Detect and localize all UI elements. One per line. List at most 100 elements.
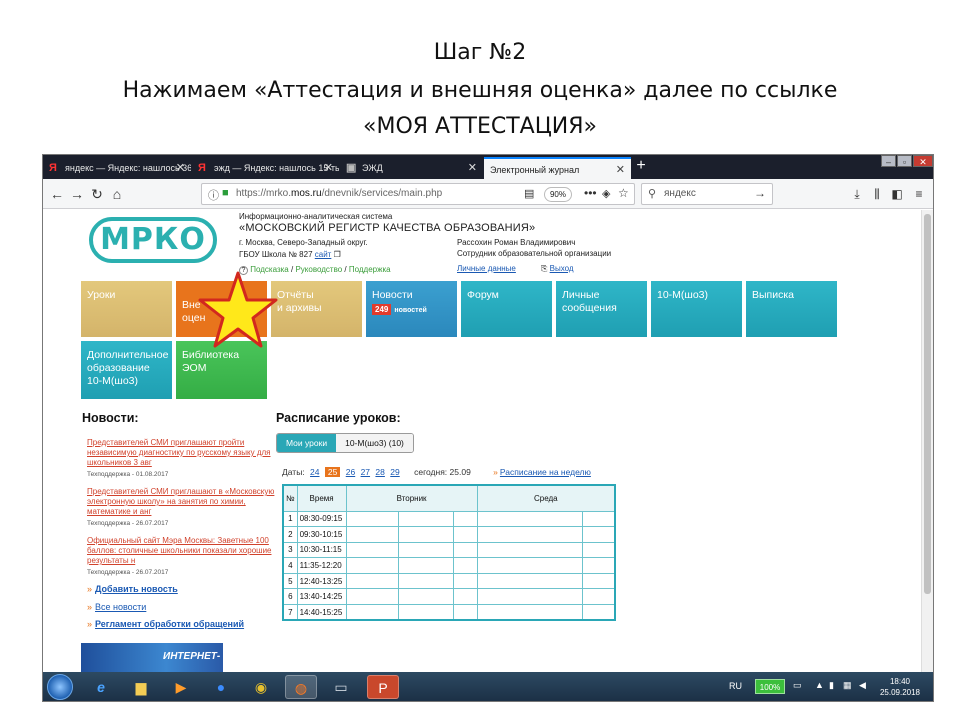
library-icon[interactable]: ⫼	[869, 185, 885, 203]
school-site-link[interactable]: сайт	[315, 250, 332, 259]
media-player-icon[interactable]: ▶	[165, 675, 197, 699]
date-link[interactable]: 28	[375, 467, 384, 477]
system-clock[interactable]: 18:40 25.09.2018	[879, 676, 921, 698]
date-link[interactable]: 26	[346, 467, 355, 477]
slide-title-line1: Шаг №2	[433, 40, 527, 65]
table-row: 5 12:40-13:25	[282, 572, 616, 590]
home-icon[interactable]: ⌂	[109, 185, 125, 203]
downloads-icon[interactable]: ⤓	[849, 185, 865, 203]
date-current[interactable]: 25	[324, 467, 341, 477]
user-name: Рассохин Роман Владимирович	[457, 238, 576, 247]
language-indicator[interactable]: RU	[729, 681, 742, 691]
reader-view-icon[interactable]: ▤	[524, 187, 534, 200]
today-label: сегодня: 25.09	[414, 467, 471, 477]
tile-messages[interactable]: Личные сообщения	[556, 281, 647, 337]
col-time: Время	[296, 484, 347, 512]
signal-icon[interactable]: ▮	[829, 680, 834, 691]
close-window-button[interactable]: ✕	[913, 155, 933, 167]
url-text[interactable]: https://mrko.mos.ru/dnevnik/services/mai…	[236, 188, 442, 199]
news-item-2[interactable]: Представителей СМИ приглашают в «Московс…	[87, 487, 277, 517]
tab-yandex-2[interactable]: Я эжд — Яндекс: нашлось 15 ты ✕	[192, 157, 339, 179]
back-icon[interactable]: ←	[49, 185, 65, 203]
network-icon[interactable]: ▦	[843, 680, 852, 691]
search-input[interactable]: яндекс	[664, 188, 696, 199]
tile-forum[interactable]: Форум	[461, 281, 552, 337]
chrome-icon[interactable]: ◉	[245, 675, 277, 699]
bookmark-star-icon[interactable]: ☆	[618, 186, 629, 200]
internet-banner[interactable]: ИНТЕРНЕТ-	[81, 643, 223, 672]
regulations-link[interactable]: » Регламент обработки обращений	[87, 619, 244, 629]
table-row: 4 11:35-12:20	[282, 557, 616, 574]
zoom-level[interactable]: 90%	[544, 187, 572, 202]
scrollbar-thumb[interactable]	[924, 214, 931, 594]
tab-yandex-1[interactable]: Я яндекс — Яндекс: нашлось 36 ✕	[43, 157, 191, 179]
system-name: «МОСКОВСКИЙ РЕГИСТР КАЧЕСТВА ОБРАЗОВАНИЯ…	[239, 222, 536, 234]
support-link[interactable]: Поддержка	[349, 265, 391, 274]
tile-news[interactable]: Новости 249 новостей	[366, 281, 457, 337]
reload-icon[interactable]: ↻	[89, 185, 105, 203]
news-meta-1: Техподдержка - 01.08.2017	[87, 471, 169, 478]
explorer-icon[interactable]: ▆	[125, 675, 157, 699]
tile-class[interactable]: 10-М(шо3)	[651, 281, 742, 337]
personal-data-link[interactable]: Личные данные	[457, 264, 516, 273]
close-icon[interactable]: ✕	[176, 157, 185, 179]
date-link[interactable]: 29	[390, 467, 399, 477]
windows-taskbar: e ▆ ▶ ● ◉ ◍ ▭ P RU 100% ▭ ▲ ▮ ▦ ◀ 18:40 …	[43, 672, 933, 701]
news-item-1[interactable]: Представителей СМИ приглашают пройти нез…	[87, 438, 277, 468]
ie-icon[interactable]: e	[85, 675, 117, 699]
page-icon: ▣	[346, 162, 357, 174]
close-icon[interactable]: ✕	[616, 159, 625, 179]
close-icon[interactable]: ✕	[324, 157, 333, 179]
vertical-scrollbar[interactable]	[921, 210, 933, 672]
class-schedule-toggle[interactable]: 10-М(шо3) (10)	[336, 434, 413, 452]
page-actions-icon[interactable]: •••	[584, 186, 597, 200]
table-row: 7 14:40-15:25	[282, 604, 616, 621]
all-news-link[interactable]: » Все новости	[87, 602, 146, 612]
city-label: г. Москва, Северо-Западный округ.	[239, 238, 368, 247]
sidebar-icon[interactable]: ◧	[889, 185, 905, 203]
tab-electronic-journal[interactable]: Электронный журнал ✕	[484, 157, 631, 179]
manual-link[interactable]: Руководство	[295, 265, 342, 274]
tray-up-icon[interactable]: ▲	[815, 680, 824, 690]
firefox-icon[interactable]: ◍	[285, 675, 317, 699]
tile-library[interactable]: Библиотека ЭОМ	[176, 341, 267, 399]
zoom-icon[interactable]: ●	[205, 675, 237, 699]
date-link[interactable]: 24	[310, 467, 319, 477]
scanner-icon[interactable]: ▭	[325, 675, 357, 699]
pocket-icon[interactable]: ◈	[602, 187, 610, 200]
powerpoint-icon[interactable]: P	[367, 675, 399, 699]
mrko-logo[interactable]: МРКО	[89, 217, 217, 263]
table-row: 1 08:30-09:15	[282, 510, 616, 528]
battery-icon[interactable]: ▭	[793, 680, 802, 691]
close-icon[interactable]: ✕	[468, 157, 477, 179]
logout-link[interactable]: ⎘ Выход	[541, 264, 574, 274]
page-viewport: МРКО Информационно-аналитическая система…	[43, 210, 933, 672]
maximize-button[interactable]: ▫	[897, 155, 912, 167]
tab-label: Электронный журнал	[490, 165, 580, 175]
table-row: 6 13:40-14:25	[282, 588, 616, 606]
search-box[interactable]: ⚲ яндекс →	[641, 183, 773, 205]
minimize-button[interactable]: –	[881, 155, 896, 167]
window-controls: – ▫ ✕	[880, 155, 933, 169]
new-tab-button[interactable]: +	[633, 155, 649, 179]
date-link[interactable]: 27	[361, 467, 370, 477]
table-row: 2 09:30-10:15	[282, 526, 616, 543]
battery-indicator[interactable]: 100%	[755, 679, 785, 694]
tile-lessons[interactable]: Уроки	[81, 281, 172, 337]
week-schedule-link[interactable]: Расписание на неделю	[500, 467, 591, 477]
add-news-link[interactable]: » Добавить новость	[87, 584, 178, 594]
address-bar[interactable]: ⓘ ■ https://mrko.mos.ru/dnevnik/services…	[201, 183, 635, 205]
info-icon[interactable]: ⓘ	[208, 187, 219, 203]
tile-extra-education[interactable]: Дополнительное образование 10-М(шо3)	[81, 341, 172, 399]
tab-ezhd[interactable]: ▣ ЭЖД ✕	[340, 157, 483, 179]
news-item-3[interactable]: Официальный сайт Мэра Москвы: Заветные 1…	[87, 536, 277, 566]
volume-icon[interactable]: ◀	[859, 680, 866, 691]
search-go-icon[interactable]: →	[754, 186, 766, 200]
menu-icon[interactable]: ≡	[911, 185, 927, 203]
tile-extract[interactable]: Выписка	[746, 281, 837, 337]
my-lessons-toggle[interactable]: Мои уроки	[277, 434, 337, 452]
tile-reports[interactable]: Отчёты и архивы	[271, 281, 362, 337]
user-role: Сотрудник образовательной организации	[457, 249, 612, 258]
start-button[interactable]	[47, 674, 73, 700]
forward-icon[interactable]: →	[69, 185, 85, 203]
